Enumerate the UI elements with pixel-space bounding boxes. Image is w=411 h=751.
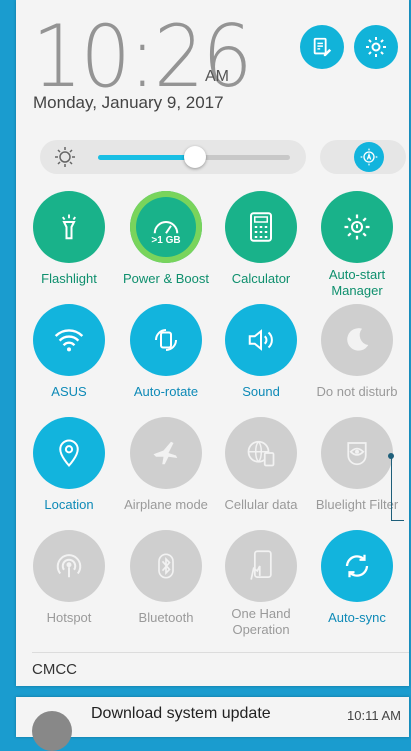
auto-brightness-button[interactable] — [354, 142, 384, 172]
tile-label: Do not disturb — [316, 384, 398, 399]
flashlight-icon — [62, 214, 76, 240]
tile-label: Calculator — [231, 271, 291, 286]
moon-icon — [347, 328, 369, 351]
boost-button[interactable]: >1 GB — [130, 191, 202, 263]
location-button[interactable] — [33, 417, 105, 489]
settings-button[interactable] — [354, 25, 398, 69]
edit-button[interactable] — [300, 25, 344, 69]
tile-label: Flashlight — [41, 271, 97, 286]
hotspot-icon — [56, 554, 82, 578]
brightness-fill — [98, 155, 194, 160]
tile-label: Cellular data — [224, 497, 298, 512]
tile-auto-rotate[interactable]: Auto-rotate — [118, 304, 214, 400]
tile-do-not-disturb[interactable]: Do not disturb — [309, 304, 405, 400]
bluetooth-icon — [158, 553, 174, 579]
tile-wifi[interactable]: ASUS — [21, 304, 117, 400]
tile-label: ASUS — [51, 384, 87, 399]
clock-ampm: AM — [205, 68, 229, 85]
eye-icon — [347, 442, 367, 466]
tile-bluetooth[interactable]: Bluetooth — [118, 530, 214, 626]
one-hand-icon — [250, 550, 272, 580]
calculator-icon — [250, 212, 272, 242]
sun-icon — [55, 147, 75, 167]
cellular-button[interactable] — [225, 417, 297, 489]
auto-brightness-icon — [360, 148, 378, 166]
location-icon — [59, 439, 79, 467]
tile-label: Airplane mode — [124, 497, 208, 512]
rotate-button[interactable] — [130, 304, 202, 376]
tile-flashlight[interactable]: Flashlight — [21, 191, 117, 287]
tile-power-boost[interactable]: >1 GB Power & Boost — [118, 191, 214, 287]
tile-label: Hotspot — [46, 610, 92, 625]
tile-label: Auto-start Manager — [328, 267, 386, 298]
sync-icon — [345, 554, 369, 578]
autostart-gear-icon — [344, 214, 370, 240]
rotate-icon — [155, 329, 177, 351]
tile-calculator[interactable]: Calculator — [213, 191, 309, 287]
tile-label: Auto-sync — [328, 610, 386, 625]
tile-cellular-data[interactable]: Cellular data — [213, 417, 309, 513]
boost-badge: >1 GB — [151, 235, 181, 246]
cellular-data-icon — [247, 440, 275, 467]
tile-location[interactable]: Location — [21, 417, 117, 513]
tile-label: Bluetooth — [138, 610, 194, 625]
quick-settings-panel: 10:26 AM Monday, January 9, 2017 Flashli… — [16, 0, 409, 686]
sync-button[interactable] — [321, 530, 393, 602]
notification-card[interactable]: Download system update 10:11 AM — [16, 697, 409, 751]
calculator-button[interactable] — [225, 191, 297, 263]
bluelight-button[interactable] — [321, 417, 393, 489]
notification-time: 10:11 AM — [347, 708, 401, 723]
tile-label: One Hand Operation — [231, 606, 291, 637]
clock-date: Monday, January 9, 2017 — [33, 93, 224, 112]
wifi-button[interactable] — [33, 304, 105, 376]
tile-auto-start-manager[interactable]: Auto-start Manager — [309, 191, 405, 299]
tile-label: Power & Boost — [123, 271, 209, 286]
download-icon — [32, 711, 72, 751]
gear-icon — [366, 37, 386, 57]
one-hand-button[interactable] — [225, 530, 297, 602]
tile-label: Auto-rotate — [133, 384, 199, 399]
carrier-name: CMCC — [32, 652, 409, 678]
tile-airplane-mode[interactable]: Airplane mode — [118, 417, 214, 513]
dnd-button[interactable] — [321, 304, 393, 376]
sound-button[interactable] — [225, 304, 297, 376]
tile-sound[interactable]: Sound — [213, 304, 309, 400]
brightness-knob[interactable] — [184, 146, 206, 168]
tile-label: Location — [44, 497, 94, 512]
tile-hotspot[interactable]: Hotspot — [21, 530, 117, 626]
tile-label: Sound — [242, 384, 280, 399]
hotspot-button[interactable] — [33, 530, 105, 602]
speaker-icon — [248, 329, 273, 351]
airplane-button[interactable] — [130, 417, 202, 489]
wifi-icon — [54, 329, 84, 352]
tile-auto-sync[interactable]: Auto-sync — [309, 530, 405, 626]
notification-title: Download system update — [91, 705, 271, 722]
callout-line — [391, 456, 404, 521]
bluetooth-button[interactable] — [130, 530, 202, 602]
autostart-button[interactable] — [321, 191, 393, 263]
edit-icon — [313, 37, 332, 57]
clock-time: 10:26 — [32, 7, 253, 107]
airplane-icon — [153, 441, 178, 465]
flashlight-button[interactable] — [33, 191, 105, 263]
tile-one-hand-operation[interactable]: One Hand Operation — [213, 530, 309, 638]
